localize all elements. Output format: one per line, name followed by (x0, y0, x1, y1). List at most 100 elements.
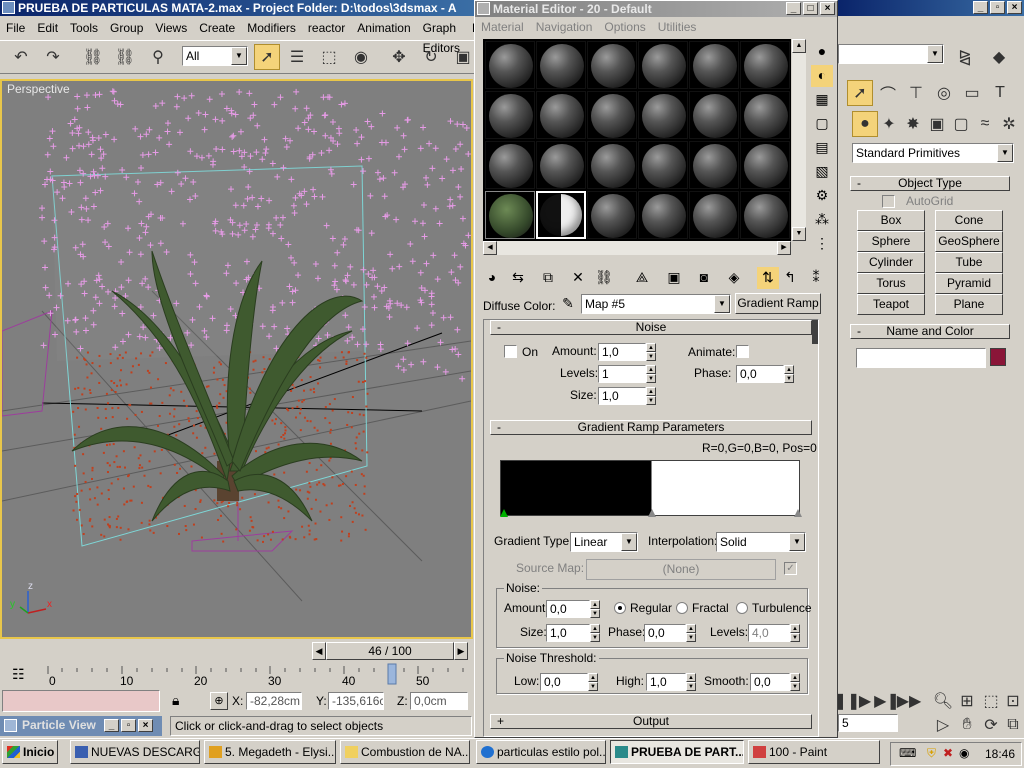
options-icon[interactable]: ⚙ (811, 185, 833, 207)
hierarchy-tab-icon[interactable]: ⊤ (903, 80, 929, 106)
move-icon[interactable]: ✥ (386, 44, 412, 70)
particle-view-minimize[interactable]: _ (104, 719, 119, 732)
object-color-swatch[interactable] (990, 348, 1006, 366)
menu-create[interactable]: Create (193, 18, 241, 38)
absolute-mode-icon[interactable]: ⊕ (210, 692, 228, 710)
backlight-icon[interactable]: ◐ (811, 65, 833, 87)
taskbar-item[interactable]: NUEVAS DESCARG... (70, 740, 200, 764)
gradient-ramp-rollout-header[interactable]: - Gradient Ramp Parameters (490, 420, 812, 435)
gr-phase-field[interactable]: 0,0 (644, 624, 686, 642)
utilities-tab-icon[interactable]: T (987, 80, 1013, 106)
interpolation-dropdown[interactable]: Solid ▼ (716, 532, 806, 552)
gradient-flag-end[interactable] (794, 509, 802, 517)
gradient-ramp-preview[interactable] (500, 460, 800, 516)
max-title-bar[interactable]: PRUEBA DE PARTICULAS MATA-2.max - Projec… (0, 0, 474, 16)
geosphere-button[interactable]: GeoSphere (935, 231, 1003, 252)
display-tab-icon[interactable]: ▭ (959, 80, 985, 106)
gradient-flag-start[interactable] (500, 509, 508, 517)
alert-icon[interactable]: ✖ (943, 746, 953, 760)
noise-size-spinner[interactable]: ▲ ▼ (646, 387, 656, 405)
keyboard-icon[interactable]: ⌨ (899, 746, 916, 760)
redo-icon[interactable]: ↷ (40, 44, 66, 70)
time-prev-icon[interactable]: ◀ (312, 642, 326, 660)
particle-view-bar[interactable]: Particle View _ ▫ × (0, 716, 162, 736)
pick-material-icon[interactable]: ✎ (557, 293, 579, 315)
menu-navigation[interactable]: Navigation (530, 17, 599, 37)
noise-on-checkbox[interactable] (504, 345, 517, 358)
sample-slot[interactable] (740, 141, 790, 189)
systems-category-icon[interactable]: ✲ (996, 111, 1022, 137)
material-editor-minimize[interactable]: _ (786, 2, 801, 15)
noise-size-field[interactable]: 1,0 (598, 387, 646, 405)
particle-view-restore[interactable]: ▫ (121, 719, 136, 732)
primitive-type-dropdown[interactable]: Standard Primitives ▼ (852, 143, 1014, 163)
spacewarps-category-icon[interactable]: ≈ (972, 111, 998, 137)
minimize-button[interactable]: _ (973, 1, 988, 14)
smooth-field[interactable]: 0,0 (750, 673, 790, 691)
source-map-checkbox[interactable]: ✓ (784, 562, 797, 575)
menu-tools[interactable]: Tools (64, 18, 104, 38)
shapes-category-icon[interactable]: ✦ (876, 111, 902, 137)
teapot-button[interactable]: Teapot (857, 294, 925, 315)
params-scrollbar[interactable] (812, 320, 818, 736)
gradient-type-dropdown[interactable]: Linear ▼ (570, 532, 638, 552)
cameras-category-icon[interactable]: ▣ (924, 111, 950, 137)
output-rollout-header[interactable]: + Output (490, 714, 812, 729)
noise-phase-spinner[interactable]: ▲ ▼ (784, 365, 794, 383)
noise-phase-field[interactable]: 0,0 (736, 365, 784, 383)
sample-slot[interactable] (638, 41, 688, 89)
coord-y-field[interactable]: -135,616cm (328, 692, 384, 710)
track-bar[interactable]: ☷ 0 10 20 30 40 50 (0, 662, 474, 688)
pan-icon[interactable]: ✋︎ (956, 712, 978, 738)
sample-slot[interactable] (638, 191, 688, 239)
scroll-up-icon[interactable]: ▲ (792, 39, 806, 53)
scroll-right-icon[interactable]: ▶ (777, 241, 791, 255)
particle-view-close[interactable]: × (138, 719, 153, 732)
modify-tab-icon[interactable]: ⌒ (875, 80, 901, 106)
params-scroll-thumb[interactable] (812, 320, 818, 344)
select-object-icon[interactable]: ➚ (254, 44, 280, 70)
sample-slot[interactable] (689, 191, 739, 239)
time-slider-thumb[interactable]: 46 / 100 (326, 642, 454, 660)
lock-icon[interactable]: 🔒︎ (172, 692, 179, 709)
zoom-extents-all-icon[interactable]: ⊡ (1002, 688, 1024, 714)
select-by-material-icon[interactable]: ⁂ (811, 209, 833, 231)
undo-icon[interactable]: ↶ (8, 44, 34, 70)
put-to-scene-icon[interactable]: ⇆ (507, 267, 529, 289)
material-map-navigator-icon[interactable]: ⁑ (805, 267, 827, 289)
sample-slot[interactable] (638, 141, 688, 189)
gr-amount-field[interactable]: 0,0 (546, 600, 590, 618)
gr-size-spinner[interactable]: ▲ ▼ (590, 624, 600, 642)
source-map-button[interactable]: (None) (586, 559, 776, 580)
name-color-rollout-header[interactable]: - Name and Color (850, 324, 1010, 339)
fractal-radio[interactable] (676, 602, 688, 614)
sample-slot[interactable] (689, 41, 739, 89)
align-icon[interactable]: ◆ (986, 44, 1012, 70)
maximize-viewport-icon[interactable]: ⧉ (1002, 712, 1024, 738)
lights-category-icon[interactable]: ✸ (900, 111, 926, 137)
close-button[interactable]: × (1007, 1, 1022, 14)
slots-vscrollbar[interactable]: ▲ ▼ (792, 39, 806, 241)
rotate-icon[interactable]: ↻ (418, 44, 444, 70)
reset-map-icon[interactable]: ✕ (567, 267, 589, 289)
gr-levels-spinner[interactable]: ▲ ▼ (790, 624, 800, 642)
sample-slot[interactable] (587, 191, 637, 239)
material-editor-maximize[interactable]: □ (803, 2, 818, 15)
menu-reactor[interactable]: reactor (302, 18, 351, 38)
sample-slot[interactable] (587, 41, 637, 89)
cone-button[interactable]: Cone (935, 210, 1003, 231)
create-tab-icon[interactable]: ➚ (847, 80, 873, 106)
plane-button[interactable]: Plane (935, 294, 1003, 315)
assign-to-selection-icon[interactable]: ⧉ (537, 267, 559, 289)
high-spinner[interactable]: ▲ ▼ (686, 673, 696, 691)
box-button[interactable]: Box (857, 210, 925, 231)
coord-z-field[interactable]: 0,0cm (410, 692, 468, 710)
make-preview-icon[interactable]: ▧ (811, 161, 833, 183)
zoom-all-icon[interactable]: ⊞ (956, 688, 978, 714)
scroll-left-icon[interactable]: ◀ (483, 241, 497, 255)
goto-end-icon[interactable]: ▶▶ (897, 688, 922, 714)
menu-edit[interactable]: Edit (31, 18, 64, 38)
start-button[interactable]: Inicio (2, 740, 58, 764)
go-to-parent-icon[interactable]: ⇅ (757, 267, 779, 289)
sample-slot[interactable] (740, 91, 790, 139)
